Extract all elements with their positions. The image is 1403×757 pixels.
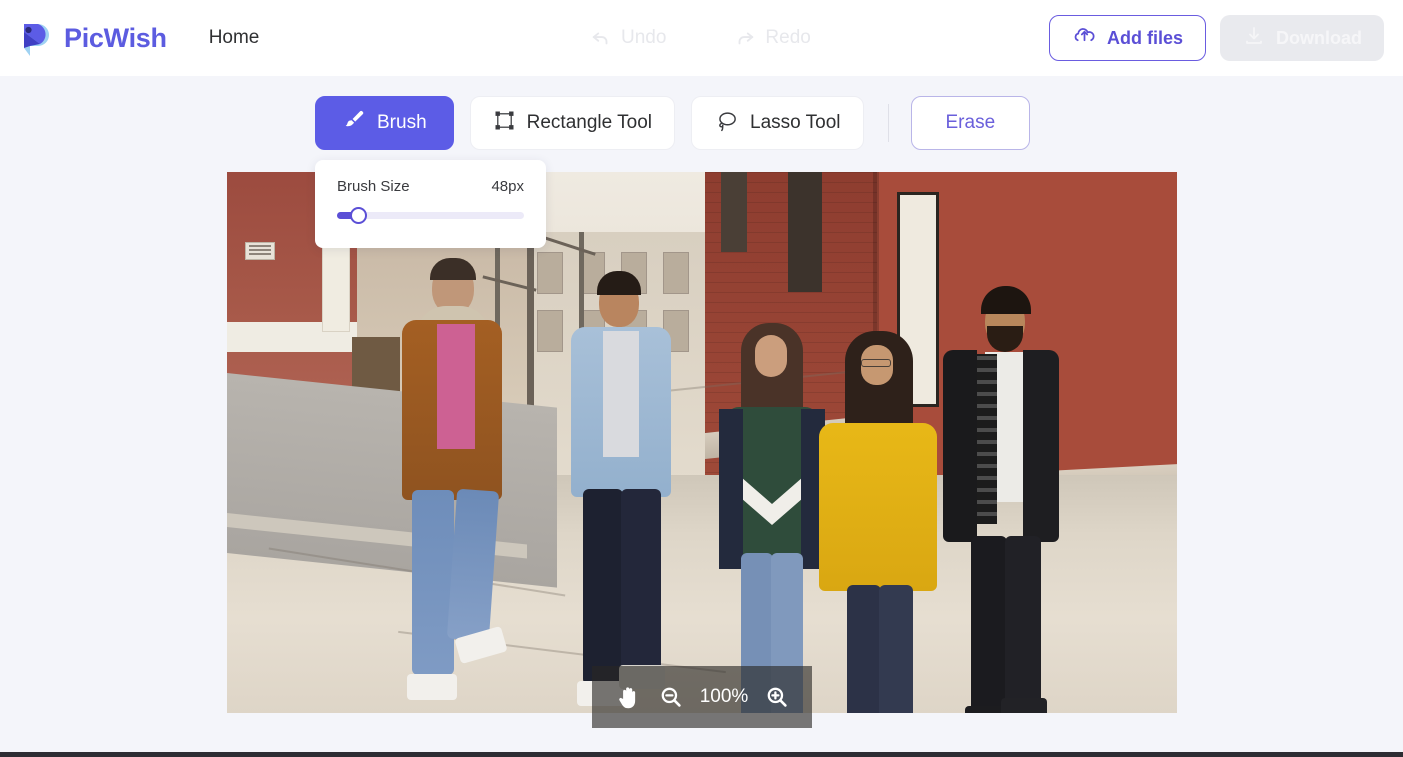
history-actions: Undo Redo	[590, 0, 811, 76]
download-button[interactable]: Download	[1220, 15, 1384, 61]
person-4-glasses	[861, 359, 891, 367]
undo-label: Undo	[621, 27, 667, 48]
zoom-controls: 100%	[592, 666, 812, 728]
paintbrush-icon	[342, 108, 366, 138]
person-2-jacket-opening	[603, 331, 639, 457]
lasso-icon	[714, 108, 739, 139]
brush-size-slider-thumb[interactable]	[349, 207, 367, 224]
app-header: PicWish Home Undo Redo Add files Downloa…	[0, 0, 1403, 76]
add-files-button[interactable]: Add files	[1048, 15, 1206, 61]
image-canvas[interactable]: OFFEE	[227, 172, 1177, 713]
download-label: Download	[1276, 27, 1362, 48]
brush-size-slider[interactable]	[337, 207, 524, 224]
download-icon	[1242, 24, 1266, 53]
person-5-jacket-right	[1023, 350, 1059, 542]
selection-rectangle-icon	[493, 109, 516, 138]
person-5-shoe-right	[1001, 698, 1047, 713]
zoom-level: 100%	[699, 686, 749, 707]
edited-photo: OFFEE	[227, 172, 1177, 713]
picwish-logo-icon	[16, 18, 56, 58]
brush-tool-button[interactable]: Brush	[315, 96, 454, 150]
person-5-leg-right	[1005, 536, 1041, 708]
person-1-leg-right	[446, 488, 500, 642]
add-files-label: Add files	[1106, 27, 1183, 48]
undo-button[interactable]: Undo	[590, 27, 666, 49]
person-3-cardigan-left	[719, 409, 743, 569]
person-3	[717, 323, 832, 713]
toolbar-divider	[887, 104, 889, 142]
rectangle-tool-label: Rectangle Tool	[526, 112, 652, 133]
person-4-leg-right	[879, 585, 913, 713]
wall-vent	[245, 242, 275, 260]
undo-arrow-icon	[590, 27, 612, 49]
brand-name: PicWish	[64, 22, 167, 53]
person-4-leg-left	[847, 585, 881, 713]
redo-arrow-icon	[734, 27, 756, 49]
header-actions: Add files Download	[1048, 0, 1384, 76]
editor-toolbar: Brush Rectangle Tool Lasso Tool Erase	[315, 96, 1031, 150]
brush-size-header: Brush Size 48px	[337, 178, 524, 195]
redo-label: Redo	[765, 27, 811, 48]
zoom-out-icon[interactable]	[659, 685, 683, 709]
right-building-window-2	[788, 172, 822, 292]
nav-home[interactable]: Home	[209, 27, 260, 49]
erase-label: Erase	[945, 112, 996, 133]
lasso-tool-label: Lasso Tool	[750, 112, 841, 133]
cloud-upload-icon	[1072, 23, 1097, 53]
person-3-face	[755, 335, 787, 377]
person-4-yellow-sweater	[819, 423, 937, 591]
brush-size-panel: Brush Size 48px	[315, 160, 546, 248]
person-1-leg-left	[412, 490, 454, 675]
person-1	[382, 258, 522, 712]
erase-button[interactable]: Erase	[910, 96, 1031, 150]
bottom-bar	[0, 752, 1403, 757]
person-5-jacket-left	[943, 350, 977, 542]
person-5	[937, 286, 1072, 713]
person-1-shoe-left	[407, 674, 457, 700]
brush-size-label: Brush Size	[337, 178, 410, 195]
rectangle-tool-button[interactable]: Rectangle Tool	[469, 96, 675, 150]
person-5-beard	[987, 326, 1023, 352]
brand[interactable]: PicWish	[16, 18, 167, 58]
person-2-leg-left	[583, 489, 623, 685]
person-2	[557, 271, 687, 713]
lasso-tool-button[interactable]: Lasso Tool	[691, 96, 864, 150]
person-1-jacket-opening	[437, 324, 475, 449]
person-2-leg-right	[621, 489, 661, 671]
right-building-window-3	[721, 172, 747, 252]
hand-pan-icon[interactable]	[615, 684, 642, 711]
zoom-in-icon[interactable]	[765, 685, 789, 709]
brush-tool-label: Brush	[377, 112, 427, 133]
person-4	[817, 331, 942, 713]
person-1-hair	[430, 258, 476, 280]
redo-button[interactable]: Redo	[734, 27, 811, 49]
person-5-leg-left	[971, 536, 1007, 712]
brush-size-value: 48px	[491, 178, 524, 195]
